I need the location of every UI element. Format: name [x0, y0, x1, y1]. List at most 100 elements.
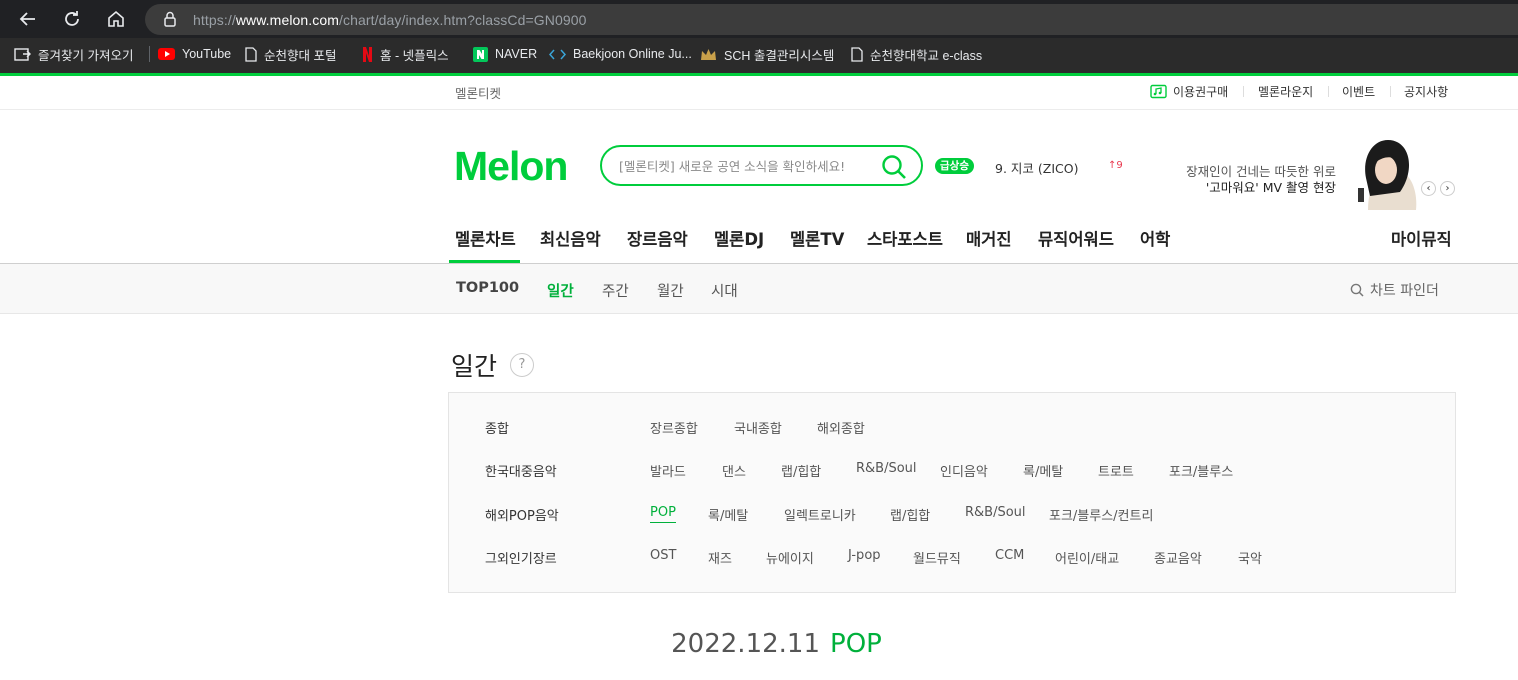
subnav-daily[interactable]: 일간: [547, 280, 574, 301]
genre-jazz[interactable]: 재즈: [708, 548, 732, 567]
subnav-top100[interactable]: TOP100: [456, 280, 519, 296]
util-separator: [1390, 86, 1391, 97]
genre-gukak[interactable]: 국악: [1238, 548, 1262, 567]
subnav-era[interactable]: 시대: [711, 280, 738, 301]
bookmark-baekjoon[interactable]: Baekjoon Online Ju...: [549, 44, 692, 64]
genre-religious[interactable]: 종교음악: [1154, 548, 1202, 567]
genre-pop[interactable]: POP: [650, 505, 676, 523]
promo-line-2[interactable]: '고마워요' MV 촬영 현장: [1206, 177, 1336, 196]
bookmark-eclass[interactable]: 순천향대학교 e-class: [851, 44, 982, 64]
back-arrow-icon: [19, 12, 35, 26]
chevron-left-icon: ‹: [1426, 183, 1431, 194]
bookmark-netflix[interactable]: 홈 - 넷플릭스: [362, 44, 449, 64]
bookmark-import[interactable]: 즐겨찾기 가져오기: [14, 44, 133, 64]
genre-pop-hiphop[interactable]: 랩/힙합: [890, 505, 930, 524]
genre-trot[interactable]: 트로트: [1098, 461, 1134, 480]
page-icon: [245, 46, 257, 62]
reload-button[interactable]: [59, 6, 85, 32]
genre-ccm[interactable]: CCM: [995, 548, 1024, 563]
genre-newage[interactable]: 뉴에이지: [766, 548, 814, 567]
genre-kr-rnb[interactable]: R&B/Soul: [856, 461, 917, 476]
promo-next-button[interactable]: ›: [1440, 181, 1455, 196]
category-label-pop: 해외POP음악: [485, 509, 559, 524]
chart-finder-button[interactable]: 차트 파인더: [1350, 280, 1439, 300]
lock-icon: [164, 11, 176, 27]
netflix-icon: [363, 46, 372, 62]
util-lounge[interactable]: 멜론라운지: [1258, 83, 1313, 100]
naver-icon: [473, 46, 488, 62]
genre-kr-folk[interactable]: 포크/블루스: [1169, 461, 1233, 480]
rising-badge: 급상승: [935, 158, 974, 174]
gnb-genre-music[interactable]: 장르음악: [627, 226, 688, 250]
gnb-magazine[interactable]: 매거진: [966, 226, 1012, 250]
genre-pop-folk-country[interactable]: 포크/블루스/컨트리: [1049, 505, 1153, 524]
gnb-latest-music[interactable]: 최신음악: [540, 226, 601, 250]
genre-world[interactable]: 월드뮤직: [913, 548, 961, 567]
home-icon: [108, 10, 124, 27]
subnav-weekly[interactable]: 주간: [602, 280, 629, 301]
youtube-icon: [158, 48, 175, 60]
util-event[interactable]: 이벤트: [1342, 83, 1375, 100]
bookmark-sch[interactable]: SCH 출결관리시스템: [700, 44, 834, 64]
address-bar[interactable]: https://www.melon.com/chart/day/index.ht…: [145, 4, 1518, 35]
util-purchase[interactable]: 이용권구매: [1173, 83, 1228, 100]
gnb-music-award[interactable]: 뮤직어워드: [1038, 226, 1114, 250]
genre-pop-rock[interactable]: 록/메탈: [708, 505, 748, 524]
browser-toolbar: https://www.melon.com/chart/day/index.ht…: [0, 0, 1518, 38]
gnb-melon-tv[interactable]: 멜론TV: [790, 226, 844, 250]
bookmark-naver[interactable]: NAVER: [473, 44, 537, 64]
melon-logo[interactable]: Melon: [454, 143, 568, 190]
artist-photo: [1350, 140, 1422, 210]
gnb-melon-dj[interactable]: 멜론DJ: [714, 226, 764, 250]
bookmarks-bar: 즐겨찾기 가져오기 YouTube 순천향대 포털 홈 - 넷플릭스 NAVER…: [0, 38, 1518, 70]
gnb-my-music[interactable]: 마이뮤직: [1391, 226, 1452, 250]
genre-indie[interactable]: 인디음악: [940, 461, 988, 480]
bookmark-youtube[interactable]: YouTube: [158, 44, 231, 64]
promo-prev-button[interactable]: ‹: [1421, 181, 1436, 196]
home-button[interactable]: [103, 6, 129, 32]
back-button[interactable]: [15, 6, 41, 32]
genre-domestic-all[interactable]: 국내종합: [734, 418, 782, 437]
genre-ost[interactable]: OST: [650, 548, 676, 563]
magnifier-icon: [1350, 283, 1364, 297]
gnb-language[interactable]: 어학: [1140, 226, 1170, 250]
util-notice[interactable]: 공지사항: [1404, 83, 1448, 100]
chevron-right-icon: ›: [1445, 183, 1450, 194]
chart-subnav: [0, 264, 1518, 314]
genre-all[interactable]: 장르종합: [650, 418, 698, 437]
gnb-melon-chart[interactable]: 멜론차트: [455, 226, 516, 250]
rank-change: ↑9: [1108, 160, 1123, 171]
category-label-kpop: 한국대중음악: [485, 465, 557, 480]
genre-dance[interactable]: 댄스: [722, 461, 746, 480]
melon-ticket-link[interactable]: 멜론티켓: [455, 83, 501, 102]
gnb-star-post[interactable]: 스타포스트: [867, 226, 943, 250]
promo-image[interactable]: [1350, 140, 1422, 210]
ticket-icon: [1150, 84, 1167, 99]
bookmark-portal[interactable]: 순천향대 포털: [245, 44, 336, 64]
bookmark-separator: [149, 46, 150, 62]
search-icon[interactable]: [881, 154, 907, 180]
reload-icon: [65, 11, 79, 26]
genre-kids[interactable]: 어린이/태교: [1055, 548, 1119, 567]
genre-overseas-all[interactable]: 해외종합: [817, 418, 865, 437]
genre-jpop[interactable]: J-pop: [848, 548, 881, 563]
chart-date-heading: 2022.12.11 POP: [0, 629, 1518, 659]
genre-kr-hiphop[interactable]: 랩/힙합: [781, 461, 821, 480]
category-label-general: 종합: [485, 422, 509, 437]
genre-pop-rnb[interactable]: R&B/Soul: [965, 505, 1026, 520]
subnav-monthly[interactable]: 월간: [657, 280, 684, 301]
category-label-others: 그외인기장르: [485, 552, 557, 567]
genre-ballad[interactable]: 발라드: [650, 461, 686, 480]
genre-kr-rock[interactable]: 록/메탈: [1023, 461, 1063, 480]
rising-keyword[interactable]: 9. 지코 (ZICO): [995, 158, 1078, 177]
search-box: [600, 145, 923, 186]
util-separator: [1328, 86, 1329, 97]
page-title: 일간: [451, 352, 498, 381]
code-icon: [549, 49, 566, 59]
genre-electronica[interactable]: 일렉트로니카: [784, 505, 856, 524]
chart-genre: POP: [830, 629, 882, 659]
util-divider: [0, 109, 1518, 110]
help-icon[interactable]: ?: [510, 353, 534, 377]
search-input[interactable]: [619, 156, 874, 176]
util-separator: [1243, 86, 1244, 97]
